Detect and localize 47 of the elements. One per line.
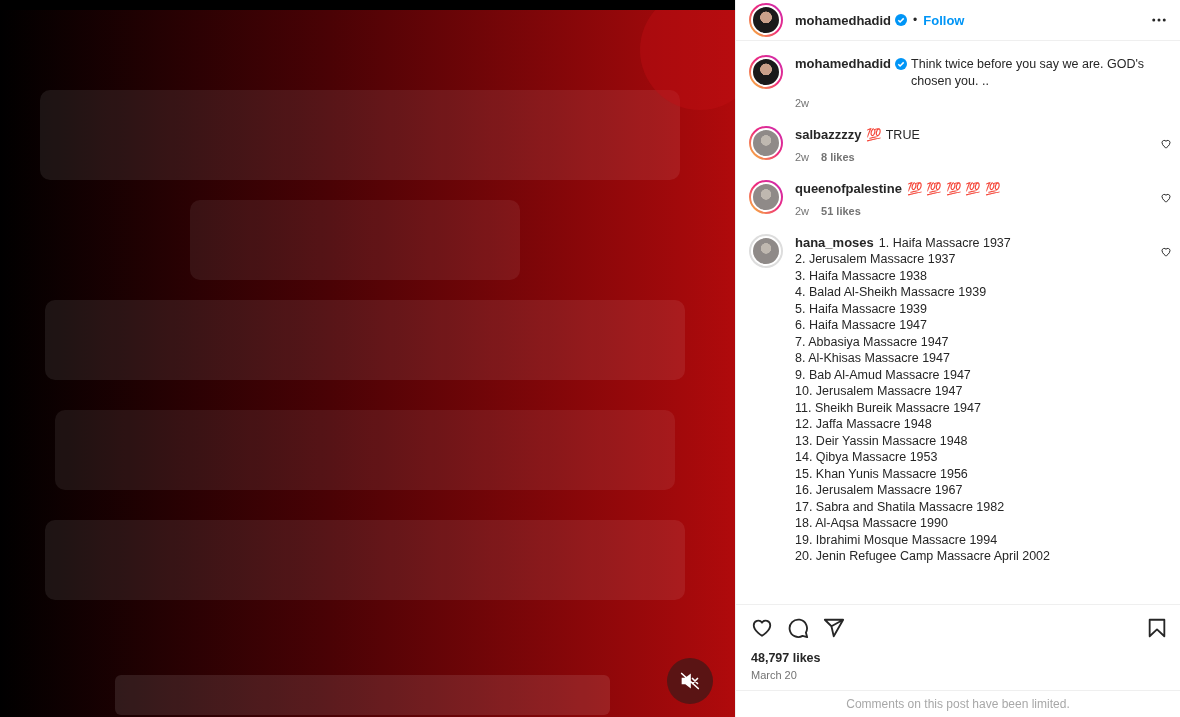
comment-text: 2. Jerusalem Massacre 1937 <box>795 251 956 268</box>
comment-text: 10. Jerusalem Massacre 1947 <box>795 383 963 400</box>
muted-speaker-icon <box>680 671 700 691</box>
comment-text: 💯 💯 💯 💯 💯 <box>906 180 1001 197</box>
comment-text: 3. Haifa Massacre 1938 <box>795 267 927 284</box>
comment-text: 14. Qibya Massacre 1953 <box>795 449 938 466</box>
caption-text: Think twice before you say we are. GOD's chosen you. .. <box>911 56 1146 89</box>
comment-text: 13. Deir Yassin Massacre 1948 <box>795 432 968 449</box>
heart-icon[interactable] <box>1160 191 1172 204</box>
comment-text: 15. Khan Yunis Massacre 1956 <box>795 465 968 482</box>
heart-icon[interactable] <box>1160 245 1172 258</box>
like-count[interactable]: 48,797 likes <box>736 645 1180 665</box>
timestamp: 2w <box>795 204 810 219</box>
comment-text: 9. Bab Al-Amud Massacre 1947 <box>795 366 971 383</box>
bookmark-icon[interactable] <box>1146 617 1168 639</box>
comment-text: 5. Haifa Massacre 1939 <box>795 300 927 317</box>
comment-text: 💯 TRUE <box>866 126 920 143</box>
comment-likes[interactable]: 8 likes <box>821 149 855 166</box>
comment-text: 19. Ibrahimi Mosque Massacre 1994 <box>795 531 998 548</box>
post-date: March 20 <box>750 668 798 683</box>
heart-icon[interactable] <box>751 617 773 639</box>
comment-text: 8. Al-Khisas Massacre 1947 <box>795 350 950 367</box>
comment-text: 17. Sabra and Shatila Massacre 1982 <box>795 498 1005 515</box>
comment-text: 12. Jaffa Massacre 1948 <box>795 416 932 433</box>
comment-icon[interactable] <box>787 617 809 639</box>
timestamp: 2w <box>795 96 810 111</box>
username[interactable]: mohamedhadid <box>795 12 892 28</box>
avatar[interactable] <box>749 55 783 89</box>
avatar[interactable] <box>749 3 783 37</box>
comments-limited-notice: Comments on this post have been limited. <box>846 697 1070 711</box>
comment-text: 4. Balad Al-Sheikh Massacre 1939 <box>795 284 987 301</box>
comment-text: 1. Haifa Massacre 1937 <box>878 234 1011 251</box>
share-icon[interactable] <box>823 617 845 639</box>
username[interactable]: queenofpalestine <box>795 180 902 197</box>
separator: • <box>913 13 918 27</box>
comment-text: 20. Jenin Refugee Camp Massacre April 2002 <box>795 548 1050 565</box>
username[interactable]: salbazzzzy <box>795 126 862 143</box>
comment-text: 16. Jerusalem Massacre 1967 <box>795 482 963 499</box>
comment-text: 6. Haifa Massacre 1947 <box>795 317 927 334</box>
comment-text: 18. Al-Aqsa Massacre 1990 <box>795 515 948 532</box>
comment-likes[interactable]: 51 likes <box>821 203 861 220</box>
comment-text: 7. Abbasiya Massacre 1947 <box>795 333 949 350</box>
username[interactable]: hana_moses <box>795 234 874 251</box>
comment-text: 11. Sheikh Bureik Massacre 1947 <box>795 399 981 416</box>
timestamp: 2w <box>795 150 810 165</box>
username[interactable]: mohamedhadid <box>795 56 892 73</box>
heart-icon[interactable] <box>1160 137 1172 150</box>
